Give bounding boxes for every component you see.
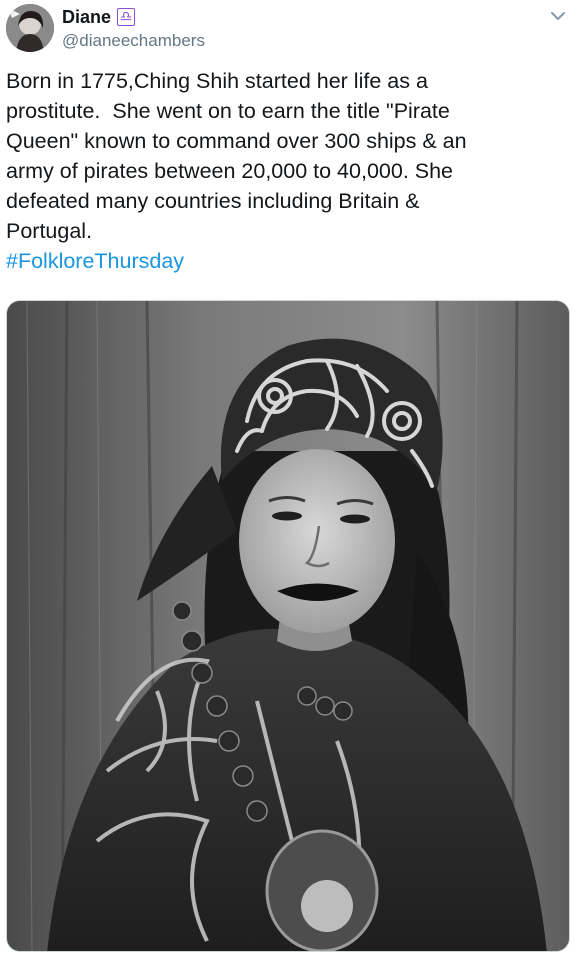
author-name-row: Diane ♎ (62, 5, 136, 29)
tweet-photo[interactable] (6, 300, 570, 952)
display-name[interactable]: Diane (62, 7, 111, 28)
hashtag-link[interactable]: #FolkloreThursday (6, 246, 184, 276)
avatar[interactable] (6, 4, 54, 52)
chevron-down-icon[interactable] (550, 8, 566, 24)
tweet-card: Diane ♎ @dianeechambers Born in 1775,Chi… (0, 0, 580, 964)
avatar-image (6, 4, 54, 52)
tweet-text: Born in 1775,Ching Shih started her life… (6, 69, 467, 243)
libra-zodiac-icon: ♎ (117, 8, 136, 26)
user-handle[interactable]: @dianeechambers (62, 31, 205, 51)
portrait-photo (7, 301, 569, 951)
